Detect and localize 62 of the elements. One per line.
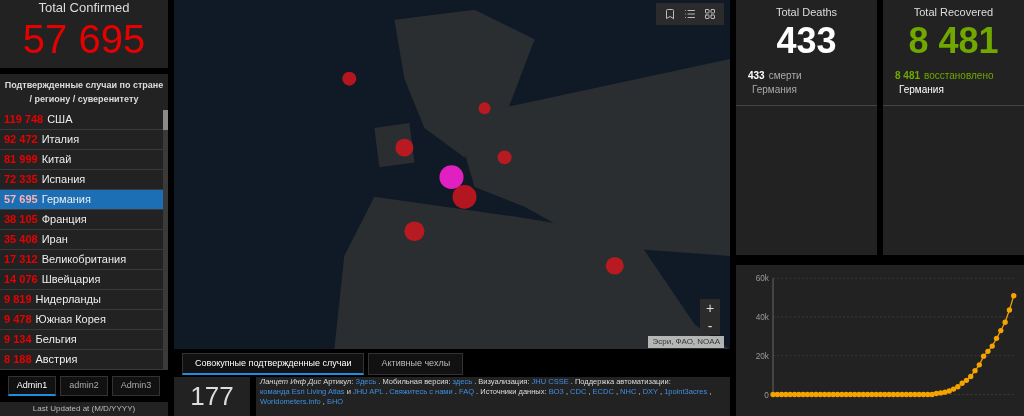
admin-tab[interactable]: admin2 <box>60 376 108 396</box>
stat-label: восстановлено <box>924 68 994 83</box>
country-name: США <box>47 112 73 128</box>
stat-count: 8 481 <box>895 68 921 83</box>
country-row[interactable]: 57 695 Германия <box>0 190 163 210</box>
confirmed-value: 57 695 <box>22 16 146 62</box>
stat-value: 433 <box>776 20 837 61</box>
case-count: 9 134 <box>4 332 32 348</box>
data-point <box>1011 293 1017 299</box>
country-name: Франция <box>41 212 87 228</box>
data-point <box>1006 307 1013 313</box>
panel-title: Total Recovered <box>913 5 994 20</box>
list-heading: Подтвержденные случаи по стране / региону / суверенитету <box>3 79 165 106</box>
stat-label: смерти <box>768 68 802 83</box>
bookmark-icon[interactable] <box>664 8 676 20</box>
country-name: Китай <box>41 152 72 168</box>
country-name: Германия <box>898 82 945 97</box>
country-name: Австрия <box>35 352 78 368</box>
panel-title: Total Confirmed <box>38 0 130 16</box>
admin-tab[interactable]: Admin1 <box>8 376 56 396</box>
case-count: 38 105 <box>4 212 38 228</box>
country-name: Италия <box>41 132 80 148</box>
country-name: Германия <box>41 192 91 208</box>
list-icon[interactable] <box>684 8 696 20</box>
map-attribution: Эсри, ФАО, NOAA <box>648 336 724 349</box>
countries-count: 177 <box>190 380 234 413</box>
map-tab[interactable]: Совокупные подтвержденные случаи <box>182 353 365 375</box>
map[interactable]: + - Эсри, ФАО, NOAA <box>174 0 730 350</box>
stat-value: 8 481 <box>908 20 999 61</box>
admin-tab[interactable]: Admin3 <box>112 376 160 396</box>
stat-count: 433 <box>748 68 765 83</box>
axis-label: 40k <box>755 313 769 323</box>
grid-icon[interactable] <box>704 8 716 20</box>
case-count: 9 819 <box>4 292 32 308</box>
case-count: 35 408 <box>4 232 38 248</box>
case-count: 9 478 <box>4 312 32 328</box>
case-count: 119 748 <box>4 112 44 128</box>
zoom-in-button[interactable]: + <box>700 299 720 318</box>
country-name: Южная Корея <box>35 312 106 328</box>
case-count: 14 076 <box>4 272 38 288</box>
case-count: 81 999 <box>4 152 38 168</box>
country-name: Бельгия <box>35 332 77 348</box>
case-count: 17 312 <box>4 252 38 268</box>
axis-label: 20k <box>755 351 769 361</box>
country-name: Великобритания <box>41 252 127 268</box>
case-count: 57 695 <box>4 192 38 208</box>
map-tab[interactable]: Активные чехлы <box>368 353 464 375</box>
zoom-out-button[interactable]: - <box>700 317 720 336</box>
country-name: Германия <box>751 82 798 97</box>
last-updated: Last Updated at (M/D/YYYY) <box>0 402 168 416</box>
scrollbar[interactable] <box>163 110 168 370</box>
case-count: 8 188 <box>4 352 32 368</box>
axis-label: 60k <box>755 274 769 284</box>
country-name: Иран <box>41 232 68 248</box>
axis-label: 0 <box>764 390 769 400</box>
panel-title: Total Deaths <box>775 5 838 20</box>
country-name: Нидерланды <box>35 292 101 308</box>
country-name: Испания <box>41 172 86 188</box>
country-name: Швейцария <box>41 272 101 288</box>
case-count: 92 472 <box>4 132 38 148</box>
data-point <box>1002 319 1008 325</box>
case-count: 72 335 <box>4 172 38 188</box>
